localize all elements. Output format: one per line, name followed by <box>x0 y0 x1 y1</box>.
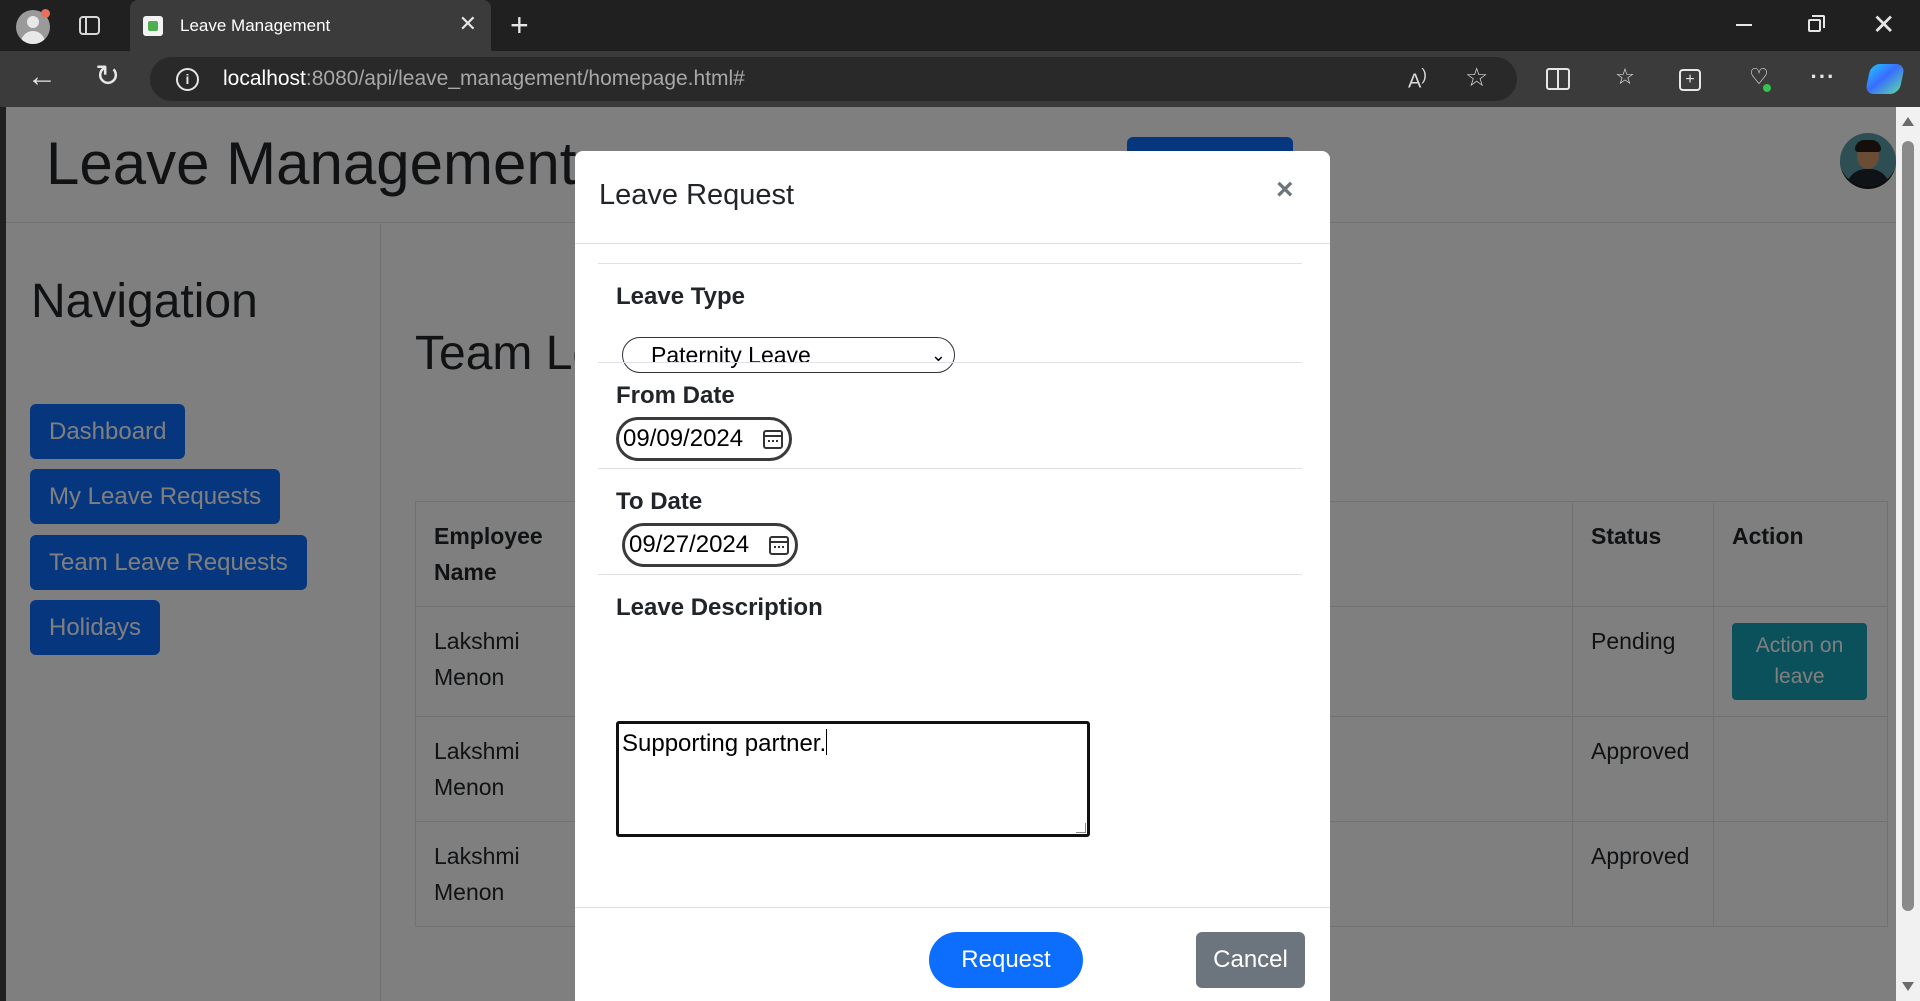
to-date-value: 09/27/2024 <box>629 531 750 558</box>
tab-close-icon[interactable]: ✕ <box>459 12 477 36</box>
leave-description-label: Leave Description <box>616 594 823 621</box>
workspaces-icon[interactable] <box>79 16 100 35</box>
divider <box>598 362 1302 363</box>
modal-header: Leave Request × <box>575 151 1330 244</box>
window-close-icon[interactable]: ✕ <box>1872 10 1895 40</box>
address-bar[interactable]: i localhost:8080/api/leave_management/ho… <box>150 57 1517 101</box>
from-date-input[interactable]: 09/09/2024 <box>616 417 792 461</box>
browser-toolbar: ← ↻ i localhost:8080/api/leave_managemen… <box>0 51 1920 107</box>
close-icon[interactable]: × <box>1276 175 1294 205</box>
back-arrow-icon[interactable]: ← <box>27 61 57 93</box>
resize-handle-icon[interactable] <box>1076 823 1086 833</box>
leave-request-modal: Leave Request × Leave Type Paternity Lea… <box>575 151 1330 1001</box>
calendar-icon[interactable] <box>769 536 789 555</box>
reload-icon[interactable]: ↻ <box>95 61 120 93</box>
restore-icon[interactable] <box>1808 15 1825 32</box>
url-host: localhost <box>223 67 306 90</box>
chevron-down-icon: ⌄ <box>930 345 946 365</box>
url-path: :8080/api/leave_management/homepage.html… <box>305 67 745 90</box>
divider <box>598 468 1302 469</box>
copilot-icon[interactable] <box>1864 64 1906 94</box>
leave-type-value: Paternity Leave <box>651 342 811 368</box>
leave-type-select[interactable]: Paternity Leave ⌄ <box>622 337 955 373</box>
collections-icon[interactable]: + <box>1679 69 1701 91</box>
more-icon[interactable]: ··· <box>1810 64 1836 90</box>
text-caret <box>826 729 828 755</box>
leave-description-value: Supporting partner. <box>622 730 827 757</box>
calendar-icon[interactable] <box>763 430 783 449</box>
to-date-label: To Date <box>616 488 703 515</box>
browser-titlebar: Leave Management ✕ + ✕ <box>0 0 1920 51</box>
browser-tab[interactable]: Leave Management ✕ <box>130 0 491 51</box>
scroll-down-arrow-icon[interactable] <box>1902 982 1914 991</box>
tab-title: Leave Management <box>180 16 331 35</box>
status-dot <box>1763 84 1771 92</box>
page-viewport: Leave Management Navigation Dashboard My… <box>6 107 1896 1001</box>
split-screen-icon[interactable] <box>1546 68 1570 90</box>
modal-title: Leave Request <box>599 179 795 211</box>
divider <box>598 574 1302 575</box>
modal-footer-divider <box>575 907 1330 908</box>
tab-favicon-icon <box>143 16 163 36</box>
to-date-input[interactable]: 09/27/2024 <box>622 523 798 567</box>
url-text[interactable]: localhost:8080/api/leave_management/home… <box>223 67 745 91</box>
profile-notification-dot <box>41 9 50 18</box>
minimize-icon[interactable] <box>1736 24 1752 26</box>
page-scrollbar[interactable] <box>1896 107 1920 1001</box>
favorites-icon[interactable]: ☆ <box>1612 64 1638 90</box>
cancel-button[interactable]: Cancel <box>1196 932 1305 988</box>
scroll-up-arrow-icon[interactable] <box>1902 117 1914 126</box>
divider <box>598 263 1302 264</box>
site-info-icon[interactable]: i <box>176 68 199 91</box>
read-aloud-icon[interactable]: A) <box>1408 65 1427 94</box>
from-date-value: 09/09/2024 <box>623 425 744 452</box>
new-tab-icon[interactable]: + <box>510 8 529 42</box>
from-date-label: From Date <box>616 382 735 409</box>
scrollbar-thumb[interactable] <box>1902 141 1914 911</box>
leave-type-label: Leave Type <box>616 283 745 310</box>
request-leave-button[interactable]: Request Leave <box>929 932 1083 988</box>
star-icon[interactable]: ☆ <box>1465 62 1488 93</box>
leave-description-textarea[interactable]: Supporting partner. <box>616 721 1090 837</box>
